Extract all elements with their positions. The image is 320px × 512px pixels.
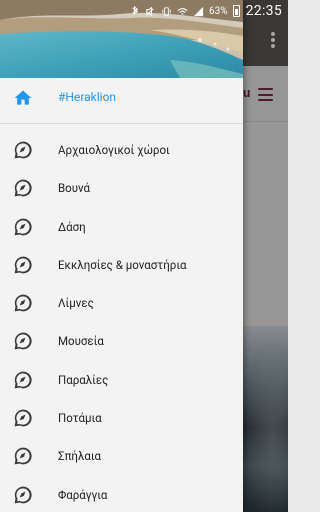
status-bar: 63% 22:35 xyxy=(0,0,288,22)
mute-icon xyxy=(146,6,154,16)
category-item-museums[interactable]: Μουσεία xyxy=(0,321,243,359)
signal-icon xyxy=(193,6,204,16)
navigation-drawer: #Heraklion Αρχαιολογικοί χώροι Βουνά Δάσ… xyxy=(0,0,243,512)
category-label: Σπήλαια xyxy=(58,449,101,464)
compass-icon xyxy=(14,218,32,235)
compass-icon xyxy=(14,371,32,389)
compass-icon xyxy=(14,141,32,159)
category-label: Βουνά xyxy=(58,181,91,196)
drawer-item-heraklion[interactable]: #Heraklion xyxy=(0,78,243,118)
battery-icon xyxy=(232,5,240,17)
category-label: Ποτάμια xyxy=(58,411,102,426)
compass-icon xyxy=(14,409,32,427)
category-item-beaches[interactable]: Παραλίες xyxy=(0,360,243,398)
compass-icon xyxy=(14,486,32,504)
category-label: Μουσεία xyxy=(58,334,104,349)
bluetooth-icon xyxy=(132,5,139,15)
clock: 22:35 xyxy=(245,3,282,19)
status-icons: 63% xyxy=(129,5,240,17)
category-label: Παραλίες xyxy=(58,372,109,387)
category-item-rivers[interactable]: Ποτάμια xyxy=(0,398,243,436)
category-item-mountains[interactable]: Βουνά xyxy=(0,168,243,206)
category-label: Λίμνες xyxy=(58,296,94,311)
vibrate-icon xyxy=(162,6,171,16)
drawer-item-label: #Heraklion xyxy=(58,90,117,104)
category-item-lakes[interactable]: Λίμνες xyxy=(0,283,243,321)
compass-icon xyxy=(14,256,32,274)
category-item-forests[interactable]: Δάση xyxy=(0,207,243,245)
compass-icon xyxy=(14,179,32,197)
category-label: Αρχαιολογικοί χώροι xyxy=(58,143,170,157)
category-label: Φαράγγια xyxy=(58,487,108,502)
compass-icon xyxy=(14,333,32,350)
category-item-gorges[interactable]: Φαράγγια xyxy=(0,475,243,512)
compass-icon xyxy=(14,294,32,312)
category-item-archaeological-sites[interactable]: Αρχαιολογικοί χώροι xyxy=(0,130,243,168)
drawer-divider xyxy=(0,123,243,124)
category-item-churches-monasteries[interactable]: Εκκλησίες & μοναστήρια xyxy=(0,245,243,283)
category-item-caves[interactable]: Σπήλαια xyxy=(0,436,243,474)
battery-percent: 63% xyxy=(209,5,228,17)
category-label: Δάση xyxy=(58,219,86,234)
category-label: Εκκλησίες & μοναστήρια xyxy=(58,257,187,272)
category-list: Αρχαιολογικοί χώροι Βουνά Δάση Εκκλησίες… xyxy=(0,130,243,512)
home-icon xyxy=(14,90,32,105)
compass-icon xyxy=(14,448,32,465)
wifi-icon xyxy=(177,7,188,15)
